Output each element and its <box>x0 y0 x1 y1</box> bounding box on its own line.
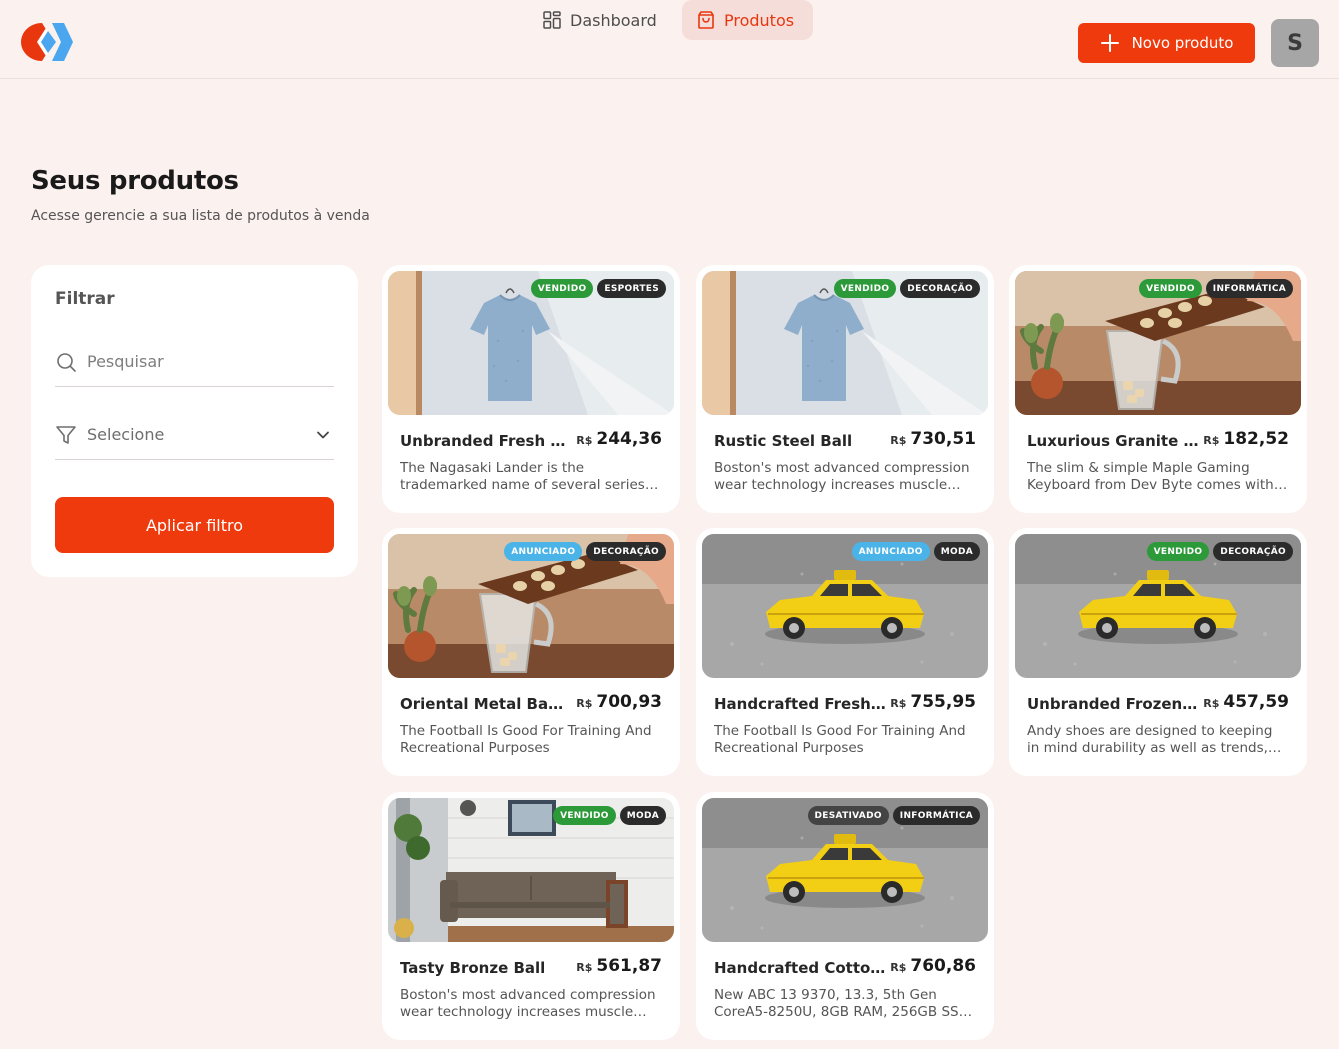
product-price: R$ 730,51 <box>890 429 976 449</box>
product-description: The Football Is Good For Training And Re… <box>400 723 652 756</box>
category-badge: Decoração <box>586 542 666 561</box>
app-header: Dashboard Produtos Novo produto S <box>0 0 1339 79</box>
badge-group: Vendido Decoração <box>1146 542 1293 561</box>
category-badge: Moda <box>933 542 980 561</box>
badge-group: Vendido Decoração <box>833 279 980 298</box>
page-title: Seus produtos <box>31 166 239 196</box>
price-value: 755,95 <box>910 692 976 712</box>
category-badge: Informática <box>1205 279 1293 298</box>
avatar[interactable]: S <box>1271 19 1319 67</box>
product-price: R$ 561,87 <box>576 956 662 976</box>
status-badge: Anunciado <box>504 542 583 561</box>
product-card[interactable]: Vendido Decoração Unbranded Frozen Chips… <box>1009 528 1307 776</box>
currency-symbol: R$ <box>1203 434 1220 447</box>
currency-symbol: R$ <box>890 961 907 974</box>
product-description: New ABC 13 9370, 13.3, 5th Gen CoreA5-82… <box>714 987 969 1020</box>
badge-group: Vendido Esportes <box>530 279 666 298</box>
currency-symbol: R$ <box>1203 697 1220 710</box>
nav-dashboard-label: Dashboard <box>570 10 657 30</box>
product-price: R$ 700,93 <box>576 692 662 712</box>
product-price: R$ 457,59 <box>1203 692 1289 712</box>
grid-icon <box>543 11 561 29</box>
category-badge: Informática <box>892 806 980 825</box>
badge-group: Vendido Moda <box>553 806 666 825</box>
product-name: Unbranded Fresh Pizza <box>400 432 572 450</box>
product-name: Handcrafted Cotton Shirt <box>714 959 886 977</box>
product-card[interactable]: Vendido Informática Luxurious Granite Fi… <box>1009 265 1307 513</box>
price-value: 760,86 <box>910 956 976 976</box>
price-value: 457,59 <box>1223 692 1289 712</box>
currency-symbol: R$ <box>576 434 593 447</box>
product-price: R$ 760,86 <box>890 956 976 976</box>
shopping-bag-icon <box>698 11 714 29</box>
product-description: The slim & simple Maple Gaming Keyboard … <box>1027 460 1287 493</box>
plus-icon <box>1100 34 1119 52</box>
status-badge: Vendido <box>1139 279 1202 298</box>
badge-group: Anunciado Decoração <box>504 542 666 561</box>
filter-icon <box>56 425 76 444</box>
category-badge: Esportes <box>597 279 666 298</box>
search-field <box>55 337 334 387</box>
search-icon <box>57 352 76 372</box>
status-badge: Desativado <box>807 806 889 825</box>
product-description: The Nagasaki Lander is the trademarked n… <box>400 460 645 493</box>
nav-dashboard[interactable]: Dashboard <box>528 0 670 40</box>
filter-title: Filtrar <box>55 289 115 309</box>
category-badge: Moda <box>619 806 666 825</box>
product-name: Tasty Bronze Ball <box>400 959 546 977</box>
search-input[interactable] <box>87 352 317 371</box>
status-badge: Vendido <box>1146 542 1210 561</box>
category-badge: Decoração <box>1213 542 1293 561</box>
new-product-button[interactable]: Novo produto <box>1078 23 1255 63</box>
product-name: Luxurious Granite Fish <box>1027 432 1199 450</box>
category-badge: Decoração <box>900 279 980 298</box>
apply-filter-button[interactable]: Aplicar filtro <box>55 497 334 553</box>
select-value: Selecione <box>87 425 165 444</box>
page-subtitle: Acesse gerencie a sua lista de produtos … <box>31 208 370 224</box>
chevron-down-icon <box>317 431 329 438</box>
product-name: Unbranded Frozen Chips <box>1027 695 1199 713</box>
currency-symbol: R$ <box>576 961 593 974</box>
product-description: Andy shoes are designed to keeping in mi… <box>1027 723 1273 756</box>
badge-group: Desativado Informática <box>807 806 980 825</box>
currency-symbol: R$ <box>890 434 907 447</box>
product-card[interactable]: Vendido Moda Tasty Bronze Ball R$ 561,87… <box>382 792 680 1040</box>
product-card[interactable]: Anunciado Moda Handcrafted Fresh Car R$ … <box>696 528 994 776</box>
badge-group: Anunciado Moda <box>851 542 980 561</box>
product-card[interactable]: Desativado Informática Handcrafted Cotto… <box>696 792 994 1040</box>
price-value: 730,51 <box>910 429 976 449</box>
product-price: R$ 244,36 <box>576 429 662 449</box>
status-badge: Vendido <box>833 279 897 298</box>
filter-panel: Filtrar Selecione Aplicar filtro <box>31 265 358 577</box>
product-price: R$ 755,95 <box>890 692 976 712</box>
product-name: Rustic Steel Ball <box>714 432 853 450</box>
nav-produtos-label: Produtos <box>724 10 795 30</box>
status-badge: Vendido <box>530 279 594 298</box>
price-value: 561,87 <box>596 956 662 976</box>
product-description: Boston's most advanced compression wear … <box>714 460 970 493</box>
category-select[interactable]: Selecione <box>55 410 334 460</box>
status-badge: Vendido <box>553 806 616 825</box>
currency-symbol: R$ <box>576 697 593 710</box>
badge-group: Vendido Informática <box>1139 279 1293 298</box>
logo-icon[interactable] <box>20 22 74 62</box>
price-value: 244,36 <box>596 429 662 449</box>
price-value: 700,93 <box>596 692 662 712</box>
nav-produtos[interactable]: Produtos <box>682 0 813 40</box>
status-badge: Anunciado <box>851 542 930 561</box>
product-card[interactable]: Vendido Decoração Rustic Steel Ball R$ 7… <box>696 265 994 513</box>
new-product-label: Novo produto <box>1131 34 1234 52</box>
price-value: 182,52 <box>1223 429 1289 449</box>
product-description: Boston's most advanced compression wear … <box>400 987 656 1020</box>
product-card[interactable]: Vendido Esportes Unbranded Fresh Pizza R… <box>382 265 680 513</box>
currency-symbol: R$ <box>890 697 907 710</box>
product-description: The Football Is Good For Training And Re… <box>714 723 966 756</box>
product-card[interactable]: Anunciado Decoração Oriental Metal Bacon… <box>382 528 680 776</box>
product-name: Oriental Metal Bacon <box>400 695 572 713</box>
product-price: R$ 182,52 <box>1203 429 1289 449</box>
product-name: Handcrafted Fresh Car <box>714 695 886 713</box>
